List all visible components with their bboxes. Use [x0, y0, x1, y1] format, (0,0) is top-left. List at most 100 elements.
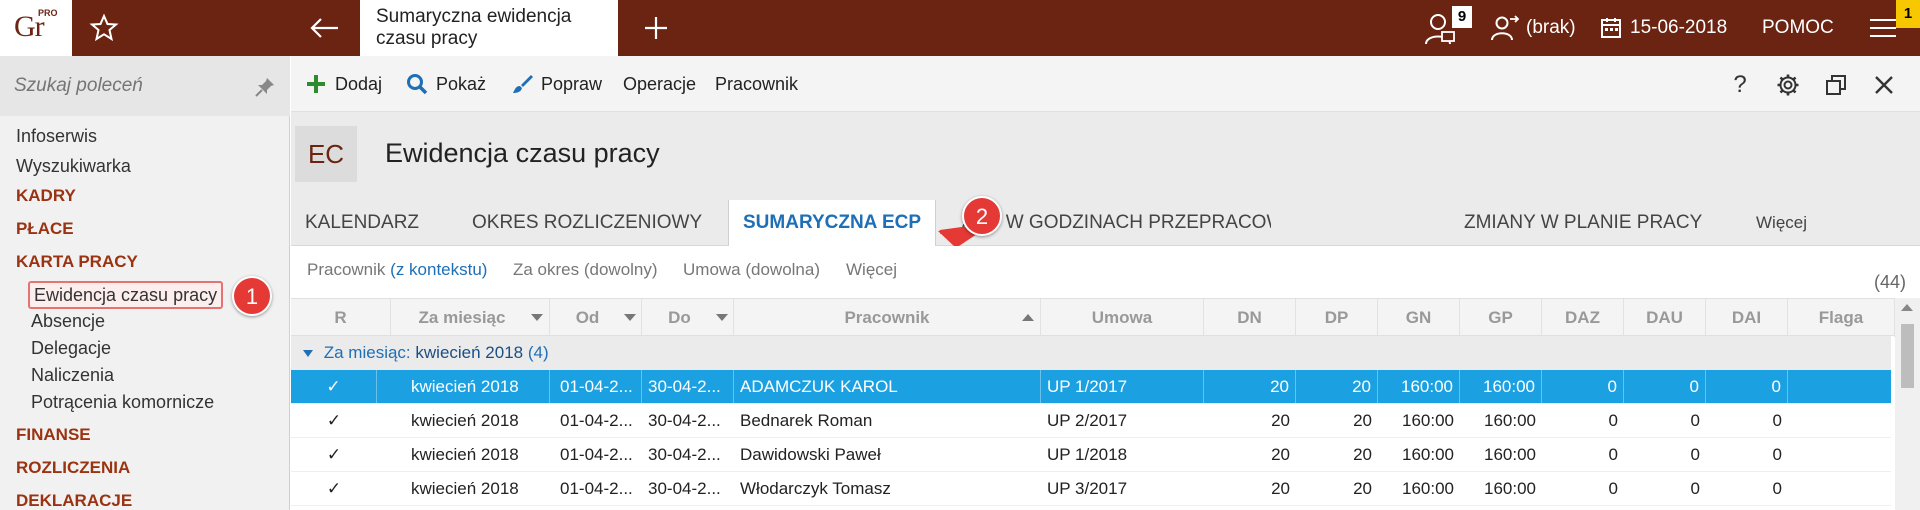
restore-window-icon[interactable] — [1821, 70, 1851, 100]
sidebar-item-ewidencja-czasu-pracy[interactable]: Ewidencja czasu pracy — [28, 281, 224, 309]
filter-more[interactable]: Więcej — [846, 260, 897, 280]
column-header-gp[interactable]: GP — [1460, 299, 1542, 337]
cell-dp: 20 — [1353, 445, 1372, 464]
column-header-r[interactable]: R — [291, 299, 391, 337]
plus-icon — [307, 75, 325, 93]
show-button[interactable]: Pokaż — [406, 70, 486, 98]
sidebar-category-finanse[interactable]: FINANSE — [16, 423, 91, 447]
cell-dau: 0 — [1624, 370, 1706, 404]
tab-kalendarz[interactable]: KALENDARZ — [291, 200, 433, 246]
column-header-dai[interactable]: DAI — [1706, 299, 1788, 337]
filter-employee[interactable]: Pracownik (z kontekstu) — [307, 260, 487, 280]
column-header-dp[interactable]: DP — [1296, 299, 1378, 337]
group-label: Za miesiąc: — [323, 343, 411, 362]
cell-daz: 0 — [1608, 411, 1618, 430]
sidebar-category-rozliczenia[interactable]: ROZLICZENIA — [16, 456, 130, 480]
sidebar-item-delegacje[interactable]: Delegacje — [31, 336, 111, 360]
collapse-triangle-icon[interactable] — [303, 350, 313, 358]
column-header-dn[interactable]: DN — [1204, 299, 1296, 337]
column-header-miesiac[interactable]: Za miesiąc — [391, 299, 550, 337]
sidebar-item-wyszukiwarka[interactable]: Wyszukiwarka — [16, 154, 131, 178]
filter-contract[interactable]: Umowa (dowolna) — [683, 260, 820, 280]
notifications[interactable]: 9 — [1424, 6, 1476, 48]
column-header-dau[interactable]: DAU — [1624, 299, 1706, 337]
cell-od: 01-04-2... — [560, 445, 633, 464]
cell-dp: 20 — [1296, 370, 1378, 404]
table-row[interactable]: ✓ kwiecień 2018 01-04-2... 30-04-2... Be… — [291, 404, 1891, 438]
cell-r[interactable]: ✓ — [291, 404, 377, 438]
table-row[interactable]: ✓ kwiecień 2018 01-04-2... 30-04-2... AD… — [291, 370, 1891, 404]
top-bar: Gr PRO Sumaryczna ewidencja czasu pracy … — [0, 0, 1920, 56]
tab-sumaryczna-ecp[interactable]: SUMARYCZNA ECP — [728, 200, 937, 247]
sidebar-item-naliczenia[interactable]: Naliczenia — [31, 363, 114, 387]
filter-arrow-icon[interactable] — [624, 314, 636, 321]
favorites-star-icon[interactable] — [86, 12, 122, 44]
back-arrow-icon[interactable] — [306, 12, 342, 44]
cell-miesiac: kwiecień 2018 — [411, 479, 519, 498]
cell-dau: 0 — [1690, 411, 1700, 430]
cell-do: 30-04-2... — [648, 411, 721, 430]
sidebar-category-place[interactable]: PŁACE — [16, 217, 74, 241]
document-tab[interactable]: Sumaryczna ewidencja czasu pracy — [360, 0, 618, 56]
page-title: Ewidencja czasu pracy — [385, 138, 660, 168]
new-tab-plus-icon[interactable] — [638, 12, 674, 44]
working-date[interactable]: 15-06-2018 — [1600, 14, 1727, 42]
sidebar-item-absencje[interactable]: Absencje — [31, 309, 105, 333]
cell-daz: 0 — [1542, 370, 1624, 404]
cell-gp: 160:00 — [1460, 370, 1542, 404]
cell-gp: 160:00 — [1484, 479, 1536, 498]
group-row[interactable]: Za miesiąc: kwiecień 2018 (4) — [291, 336, 1891, 370]
cell-r[interactable]: ✓ — [291, 438, 377, 472]
sidebar-category-kadry[interactable]: KADRY — [16, 184, 76, 208]
filter-period[interactable]: Za okres (dowolny) — [513, 260, 658, 280]
filter-arrow-icon[interactable] — [531, 314, 543, 321]
cell-dn: 20 — [1271, 411, 1290, 430]
current-user[interactable]: (brak) — [1490, 14, 1576, 42]
filter-arrow-icon[interactable] — [716, 314, 728, 321]
column-header-flaga[interactable]: Flaga — [1788, 299, 1895, 337]
operations-menu[interactable]: Operacje — [623, 70, 696, 98]
column-header-pracownik[interactable]: Pracownik — [734, 299, 1041, 337]
toolbar: Dodaj Pokaż Popraw Operacje Pracownik ? — [291, 56, 1920, 112]
cell-dn: 20 — [1271, 479, 1290, 498]
help-question-icon[interactable]: ? — [1725, 70, 1755, 100]
cell-dn: 20 — [1204, 370, 1296, 404]
column-header-do-label: Do — [668, 308, 691, 327]
add-button[interactable]: Dodaj — [305, 70, 382, 98]
cell-r[interactable]: ✓ — [291, 472, 377, 506]
tab-more[interactable]: Więcej — [1742, 200, 1821, 246]
table-row[interactable]: ✓ kwiecień 2018 01-04-2... 30-04-2... Wł… — [291, 472, 1891, 506]
column-header-umowa[interactable]: Umowa — [1041, 299, 1204, 337]
close-icon[interactable] — [1869, 70, 1899, 100]
table-row[interactable]: ✓ kwiecień 2018 01-04-2... 30-04-2... Da… — [291, 438, 1891, 472]
tab-okres-rozliczeniowy[interactable]: OKRES ROZLICZENIOWY — [458, 200, 716, 246]
tab-zmiany-w-planie-pracy[interactable]: ZMIANY W PLANIE PRACY — [1450, 200, 1716, 246]
cell-r[interactable]: ✓ — [291, 370, 377, 404]
sidebar-category-karta-pracy[interactable]: KARTA PRACY — [16, 250, 138, 274]
employee-menu[interactable]: Pracownik — [715, 70, 798, 98]
pin-icon[interactable] — [254, 76, 276, 98]
edit-button[interactable]: Popraw — [511, 70, 602, 98]
scroll-up-icon[interactable] — [1901, 304, 1913, 311]
scrollbar-thumb[interactable] — [1901, 324, 1914, 388]
cell-dai: 0 — [1772, 445, 1782, 464]
column-header-pracownik-label: Pracownik — [844, 308, 930, 327]
column-header-do[interactable]: Do — [642, 299, 734, 337]
show-button-label: Pokaż — [436, 73, 487, 94]
column-header-gn[interactable]: GN — [1378, 299, 1460, 337]
cell-gn: 160:00 — [1402, 479, 1454, 498]
sidebar-item-potracenia-komornicze[interactable]: Potrącenia komornicze — [31, 390, 214, 414]
tab-zmiany-w-godzinach[interactable]: ZMIANY W GODZINACH PRZEPRACOWANYCH — [961, 200, 1271, 246]
column-header-daz[interactable]: DAZ — [1542, 299, 1624, 337]
column-header-od[interactable]: Od — [550, 299, 642, 337]
vertical-scrollbar[interactable] — [1895, 298, 1920, 510]
app-logo[interactable]: Gr PRO — [0, 0, 72, 56]
hamburger-menu-icon[interactable] — [1868, 14, 1898, 42]
filter-employee-label: Pracownik — [307, 260, 386, 279]
sidebar-category-deklaracje[interactable]: DEKLARACJE — [16, 489, 132, 510]
settings-gear-icon[interactable] — [1773, 70, 1803, 100]
column-header-miesiac-label: Za miesiąc — [418, 308, 506, 327]
command-search-input[interactable] — [14, 72, 244, 100]
help-link[interactable]: POMOC — [1762, 14, 1834, 42]
sidebar-item-infoserwis[interactable]: Infoserwis — [16, 124, 97, 148]
